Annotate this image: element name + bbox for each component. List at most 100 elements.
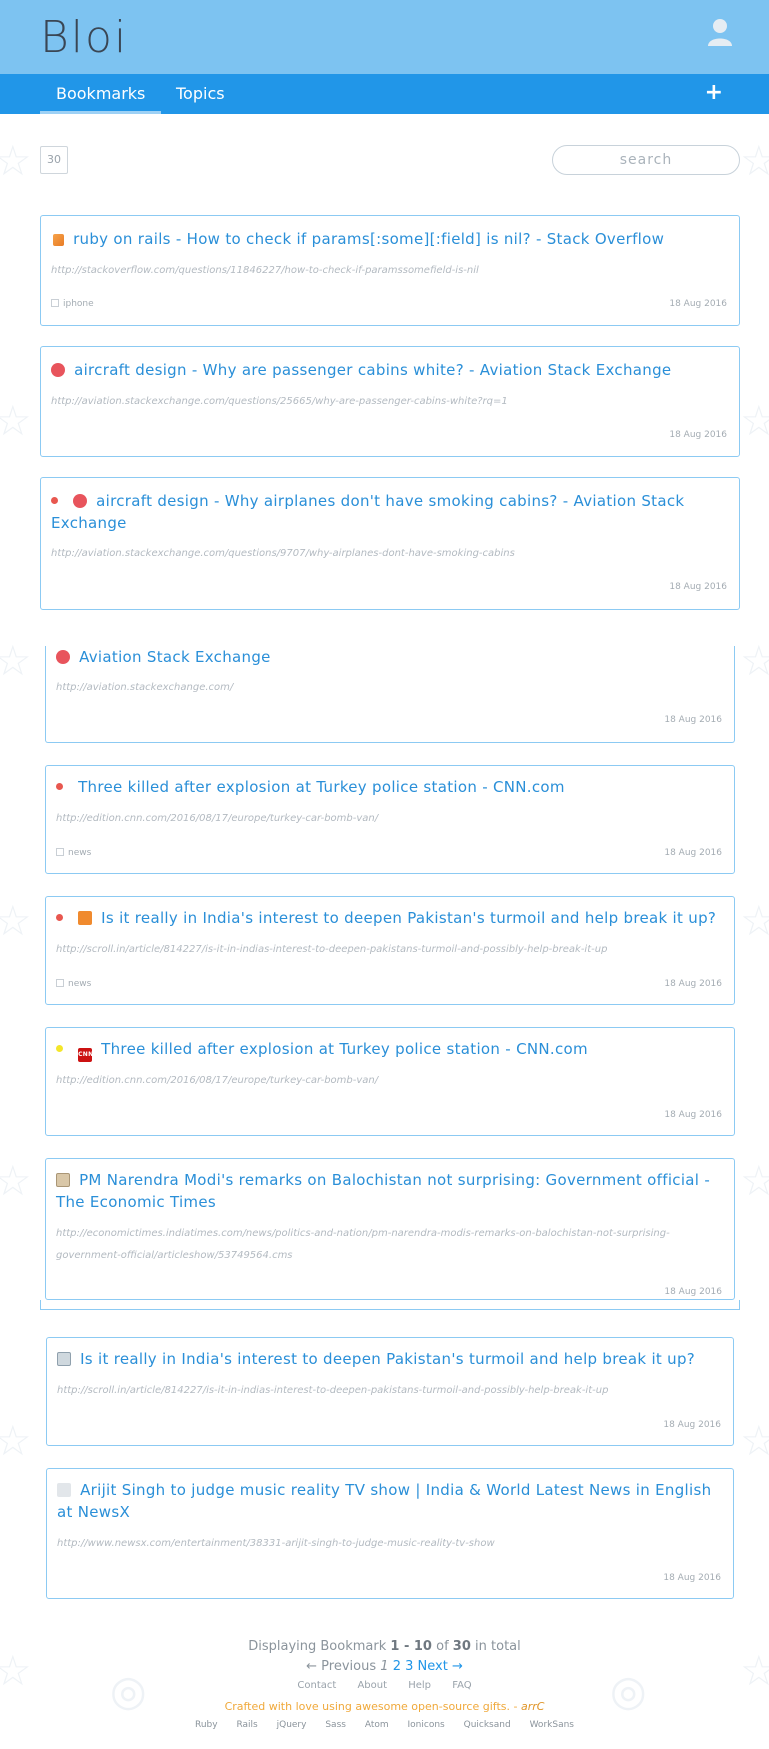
bookmark-card[interactable]: PM Narendra Modi's remarks on Balochista… [45, 1158, 735, 1300]
bookmark-date: 18 Aug 2016 [663, 1573, 721, 1583]
background-bookmark-icon: ☆ [740, 1416, 769, 1465]
bookmark-count: 30 [40, 146, 68, 174]
bookmark-url: http://aviation.stackexchange.com/questi… [51, 396, 508, 407]
bookmark-date: 18 Aug 2016 [664, 715, 722, 725]
bookmark-card[interactable]: Three killed after explosion at Turkey p… [45, 765, 735, 874]
status-dot [56, 914, 63, 921]
tech-link[interactable]: WorkSans [530, 1720, 574, 1730]
app-logo[interactable]: Bloi [40, 12, 128, 63]
footer-tech-list: Ruby Rails jQuery Sass Atom Ionicons Qui… [0, 1720, 769, 1730]
bookmark-card[interactable]: Is it really in India's interest to deep… [45, 896, 735, 1005]
tag-checkbox-icon [56, 848, 64, 856]
background-bookmark-icon: ☆ [0, 1156, 32, 1205]
bookmark-url: http://economictimes.indiatimes.com/news… [56, 1228, 670, 1261]
page-link-3[interactable]: 3 [405, 1659, 413, 1674]
background-bookmark-icon: ☆ [740, 136, 769, 185]
status-dot [56, 783, 63, 790]
background-bookmark-icon: ☆ [0, 896, 32, 945]
pagination-info: Displaying Bookmark 1 - 10 of 30 in tota… [248, 1639, 521, 1654]
tech-link[interactable]: Rails [236, 1720, 257, 1730]
add-bookmark-icon[interactable]: + [705, 80, 723, 105]
bookmark-date: 18 Aug 2016 [669, 582, 727, 592]
background-bookmark-icon: ☆ [740, 896, 769, 945]
aviation-icon [56, 650, 70, 664]
bookmark-title[interactable]: Arijit Singh to judge music reality TV s… [57, 1479, 721, 1523]
bookmark-title[interactable]: PM Narendra Modi's remarks on Balochista… [56, 1169, 722, 1213]
bookmark-tag[interactable]: iphone [51, 299, 94, 309]
background-bookmark-icon: ☆ [0, 636, 32, 685]
cnn-icon: CNN [78, 1048, 93, 1062]
bookmark-card[interactable]: aircraft design - Why airplanes don't ha… [40, 477, 740, 610]
stackoverflow-icon [53, 234, 64, 246]
bookmark-url: http://www.newsx.com/entertainment/38331… [57, 1538, 495, 1549]
bookmark-title[interactable]: CNN Three killed after explosion at Turk… [56, 1038, 722, 1062]
background-bookmark-icon: ☆ [0, 396, 32, 445]
bookmark-url: http://edition.cnn.com/2016/08/17/europe… [56, 813, 379, 824]
footer-link-contact[interactable]: Contact [297, 1680, 336, 1691]
previous-page-link[interactable]: ← Previous [306, 1659, 376, 1674]
bookmark-title[interactable]: aircraft design - Why are passenger cabi… [51, 359, 727, 381]
footer-credit: Crafted with love using awesome open-sou… [224, 1700, 545, 1713]
status-dot [51, 497, 58, 504]
bookmark-date: 18 Aug 2016 [669, 299, 727, 309]
background-bookmark-icon: ☆ [740, 396, 769, 445]
bookmark-url: http://scroll.in/article/814227/is-it-in… [56, 944, 608, 955]
bookmark-card[interactable]: Arijit Singh to judge music reality TV s… [46, 1468, 734, 1599]
bookmark-date: 18 Aug 2016 [664, 1110, 722, 1120]
bookmark-url: http://aviation.stackexchange.com/questi… [51, 548, 515, 559]
bookmark-url: http://aviation.stackexchange.com/ [56, 682, 234, 693]
bookmark-title[interactable]: Aviation Stack Exchange [56, 646, 722, 668]
bookmark-url: http://scroll.in/article/814227/is-it-in… [57, 1385, 609, 1396]
economictimes-icon [56, 1173, 70, 1187]
tech-link[interactable]: Quicksand [464, 1720, 511, 1730]
tab-topics[interactable]: Topics [160, 74, 241, 114]
tab-bookmarks[interactable]: Bookmarks [40, 74, 162, 114]
tech-link[interactable]: Ruby [195, 1720, 218, 1730]
bookmark-date: 18 Aug 2016 [664, 848, 722, 858]
bookmark-card[interactable]: ruby on rails - How to check if params[:… [40, 215, 740, 326]
bookmark-title[interactable]: ruby on rails - How to check if params[:… [51, 228, 727, 250]
footer-link-help[interactable]: Help [408, 1680, 431, 1691]
bookmark-date: 18 Aug 2016 [663, 1420, 721, 1430]
author-link[interactable]: arrC [521, 1700, 544, 1713]
bookmark-title[interactable]: Is it really in India's interest to deep… [56, 907, 722, 929]
bookmark-date: 18 Aug 2016 [669, 430, 727, 440]
bookmark-card[interactable]: aircraft design - Why are passenger cabi… [40, 346, 740, 457]
background-bookmark-icon: ☆ [0, 1416, 32, 1465]
user-avatar-icon[interactable] [707, 18, 733, 46]
card-divider [40, 1300, 740, 1310]
tech-link[interactable]: Atom [365, 1720, 389, 1730]
footer-link-faq[interactable]: FAQ [452, 1680, 471, 1691]
footer-link-about[interactable]: About [357, 1680, 387, 1691]
tech-link[interactable]: Ionicons [408, 1720, 445, 1730]
bookmark-card[interactable]: Aviation Stack Exchange http://aviation.… [45, 646, 735, 743]
bookmark-date: 18 Aug 2016 [664, 1287, 722, 1297]
bookmark-title[interactable]: Three killed after explosion at Turkey p… [56, 776, 722, 798]
bookmark-date: 18 Aug 2016 [664, 979, 722, 989]
status-dot [56, 1045, 63, 1052]
next-page-link[interactable]: Next → [418, 1659, 463, 1674]
bookmark-title[interactable]: Is it really in India's interest to deep… [57, 1348, 721, 1370]
main-nav: Bookmarks Topics + [0, 74, 769, 114]
tech-link[interactable]: jQuery [277, 1720, 307, 1730]
scroll-icon [78, 911, 93, 925]
bookmark-card[interactable]: Is it really in India's interest to deep… [46, 1337, 734, 1446]
tech-link[interactable]: Sass [325, 1720, 346, 1730]
newsx-icon [57, 1483, 71, 1497]
footer-links: Contact About Help FAQ [0, 1680, 769, 1691]
background-bookmark-icon: ☆ [740, 636, 769, 685]
app-header: Bloi [0, 0, 769, 74]
search-input[interactable]: search [552, 145, 740, 175]
bookmark-card[interactable]: CNN Three killed after explosion at Turk… [45, 1027, 735, 1136]
tag-checkbox-icon [56, 979, 64, 987]
bookmark-title[interactable]: aircraft design - Why airplanes don't ha… [51, 490, 727, 534]
bookmark-tag[interactable]: news [56, 979, 91, 989]
page-link-1: 1 [380, 1659, 389, 1674]
aviation-icon [73, 494, 88, 508]
background-bookmark-icon: ☆ [740, 1156, 769, 1205]
bookmark-url: http://stackoverflow.com/questions/11846… [51, 265, 479, 276]
page-link-2[interactable]: 2 [393, 1659, 401, 1674]
tag-checkbox-icon [51, 299, 59, 307]
bookmark-tag[interactable]: news [56, 848, 91, 858]
bookmark-url: http://edition.cnn.com/2016/08/17/europe… [56, 1075, 379, 1086]
